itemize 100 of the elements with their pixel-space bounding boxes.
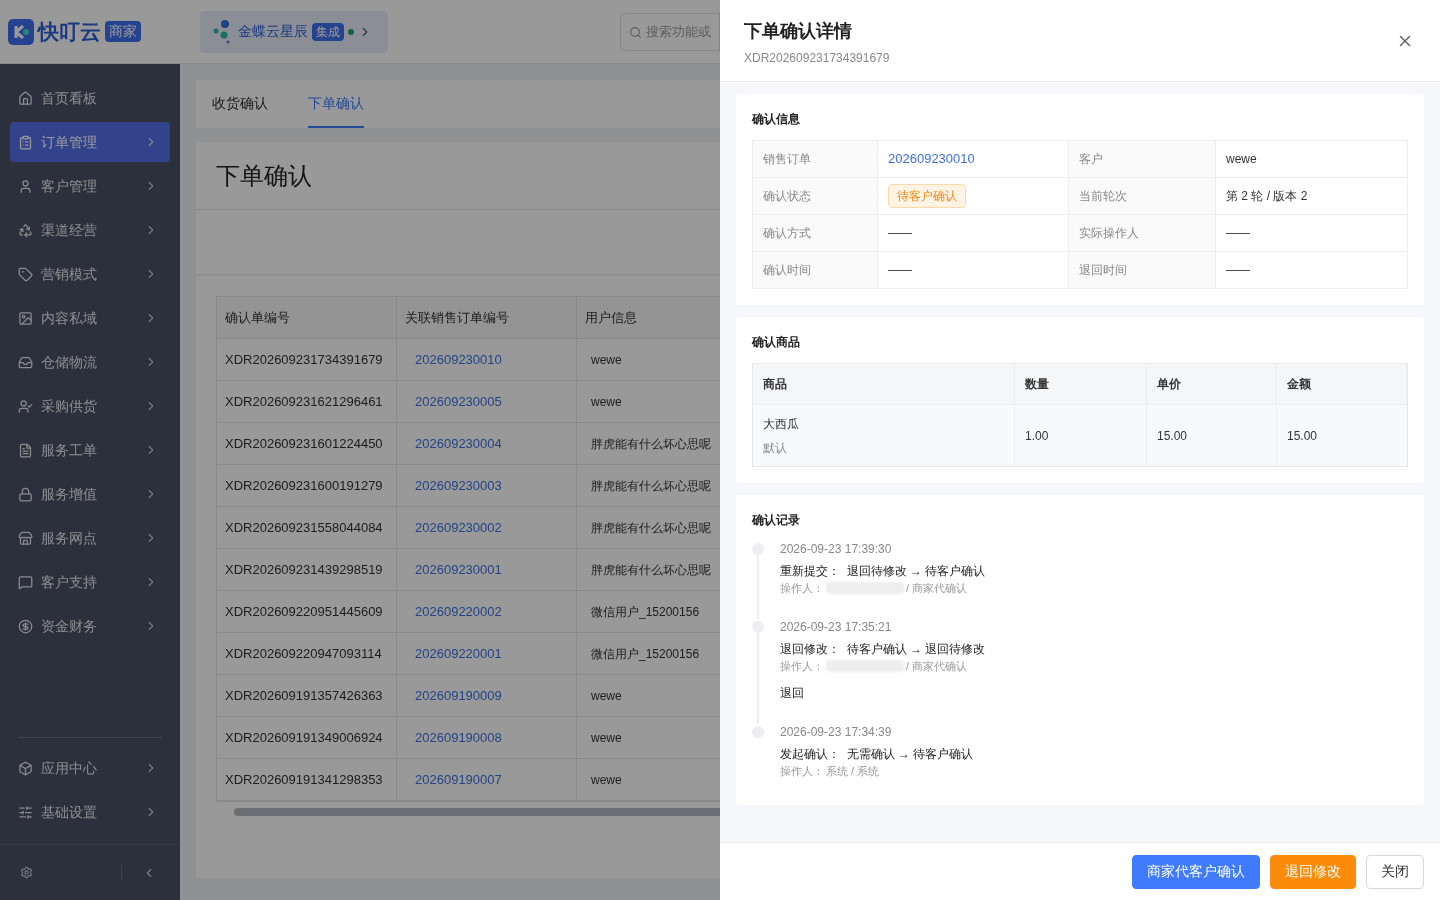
field-value: wewe bbox=[1226, 151, 1257, 168]
user-check-icon bbox=[18, 398, 33, 414]
order-link[interactable]: 202609190009 bbox=[397, 675, 577, 716]
table-cell: XDR202609231558044084 bbox=[217, 507, 397, 548]
app-name: 金蝶云星辰 bbox=[238, 22, 308, 41]
table-cell: 1.00 bbox=[1015, 405, 1147, 466]
order-link[interactable]: 202609230010 bbox=[397, 339, 577, 380]
settings-icon[interactable] bbox=[20, 866, 33, 879]
tab[interactable]: 收货确认 bbox=[212, 80, 268, 128]
order-link[interactable]: 202609230010 bbox=[888, 149, 975, 169]
merchant-badge: 商家 bbox=[105, 21, 141, 42]
table-cell: XDR202609231734391679 bbox=[217, 339, 397, 380]
return-button[interactable]: 退回修改 bbox=[1270, 854, 1356, 889]
search-field[interactable]: 搜索功能或 bbox=[620, 13, 720, 51]
order-link[interactable]: 202609230001 bbox=[397, 549, 577, 590]
record-note: 退回 bbox=[780, 685, 805, 702]
cube-icon bbox=[18, 760, 33, 776]
operator-label: 操作人： bbox=[780, 764, 824, 779]
lock-icon bbox=[18, 486, 33, 502]
coin-icon bbox=[18, 618, 33, 634]
table-cell: XDR202609220951445609 bbox=[217, 591, 397, 632]
confirm-button[interactable]: 商家代客户确认 bbox=[1132, 854, 1260, 889]
sidebar-item[interactable]: 内容私域 bbox=[10, 298, 170, 338]
column-header: 关联销售订单编号 bbox=[397, 297, 577, 338]
field-label: 确认方式 bbox=[753, 215, 878, 252]
clipboard-icon bbox=[18, 134, 33, 150]
message-icon bbox=[18, 574, 33, 590]
operator-text: / 商家代确认 bbox=[906, 581, 968, 596]
field-label: 退回时间 bbox=[1069, 252, 1216, 289]
operator-label: 操作人： bbox=[780, 581, 824, 596]
sidebar-item[interactable]: 渠道经营 bbox=[10, 210, 170, 250]
sidebar-item[interactable]: 服务增值 bbox=[10, 474, 170, 514]
page-title: 下单确认 bbox=[216, 160, 312, 191]
tag-icon bbox=[18, 266, 33, 282]
record-time: 2026-09-23 17:39:30 bbox=[780, 541, 893, 557]
operator-label: 操作人： bbox=[780, 658, 824, 674]
close-button[interactable]: 关闭 bbox=[1366, 854, 1424, 889]
sidebar-item[interactable]: 首页看板 bbox=[10, 78, 170, 118]
table-cell: XDR202609191341298353 bbox=[217, 759, 397, 800]
user-icon bbox=[18, 178, 33, 194]
field-label: 确认状态 bbox=[753, 178, 878, 215]
status-tag: 待客户确认 bbox=[888, 184, 966, 208]
sidebar-item[interactable]: 营销模式 bbox=[10, 254, 170, 294]
record-action: 重新提交： 退回待修改 → 待客户确认 bbox=[780, 563, 986, 580]
order-link[interactable]: 202609230005 bbox=[397, 381, 577, 422]
drawer-title: 下单确认详情 bbox=[744, 20, 853, 43]
table-cell: XDR202609231621296461 bbox=[217, 381, 397, 422]
sidebar-item[interactable]: 仓储物流 bbox=[10, 342, 170, 382]
document-icon bbox=[18, 442, 33, 458]
table-cell: XDR202609191349006924 bbox=[217, 717, 397, 758]
order-link[interactable]: 202609220001 bbox=[397, 633, 577, 674]
logo-text: 快叮云 bbox=[38, 18, 101, 45]
field-label: 实际操作人 bbox=[1069, 215, 1216, 252]
column-header: 确认单编号 bbox=[217, 297, 397, 338]
field-label: 当前轮次 bbox=[1069, 178, 1216, 215]
field-value: —— bbox=[1226, 262, 1250, 279]
sidebar-item[interactable]: 资金财务 bbox=[10, 606, 170, 646]
table-cell: XDR202609231439298519 bbox=[217, 549, 397, 590]
order-link[interactable]: 202609230004 bbox=[397, 423, 577, 464]
field-label: 确认时间 bbox=[753, 252, 878, 289]
sliders-icon bbox=[18, 804, 33, 820]
record-time: 2026-09-23 17:35:21 bbox=[780, 618, 893, 635]
field-value: —— bbox=[888, 262, 912, 279]
table-cell: XDR202609220947093114 bbox=[217, 633, 397, 674]
order-link[interactable]: 202609190007 bbox=[397, 759, 577, 800]
cycle-icon bbox=[18, 222, 33, 238]
app-switcher[interactable]: 金蝶云星辰 集成 bbox=[200, 10, 388, 53]
home-icon bbox=[18, 90, 33, 106]
sidebar-item[interactable]: 客户管理 bbox=[10, 166, 170, 206]
order-link[interactable]: 202609190008 bbox=[397, 717, 577, 758]
table-cell: XDR202609231600191279 bbox=[217, 465, 397, 506]
sidebar-item[interactable]: 客户支持 bbox=[10, 562, 170, 602]
sidebar-item[interactable]: 服务网点 bbox=[10, 518, 170, 558]
drawer-subtitle: XDR202609231734391679 bbox=[744, 50, 891, 67]
record-action: 退回修改： 待客户确认 → 退回待修改 bbox=[780, 640, 986, 658]
field-value: —— bbox=[1226, 225, 1250, 242]
table-cell: 15.00 bbox=[1147, 405, 1277, 466]
operator-text: / 商家代确认 bbox=[906, 658, 968, 674]
integration-badge: 集成 bbox=[312, 22, 344, 41]
field-value: 第 2 轮 / 版本 2 bbox=[1226, 188, 1308, 205]
table-cell: XDR202609191357426363 bbox=[217, 675, 397, 716]
sidebar-item[interactable]: 基础设置 bbox=[10, 792, 170, 832]
inbox-icon bbox=[18, 354, 33, 370]
sidebar-item[interactable]: 订单管理 bbox=[10, 122, 170, 162]
operator-text: 系统 / 系统 bbox=[826, 764, 880, 779]
store-icon bbox=[18, 530, 33, 546]
section-title: 确认信息 bbox=[752, 111, 801, 128]
order-link[interactable]: 202609230003 bbox=[397, 465, 577, 506]
record-action: 发起确认： 无需确认 → 待客户确认 bbox=[780, 746, 974, 763]
tab[interactable]: 下单确认 bbox=[308, 80, 364, 128]
field-value: —— bbox=[888, 225, 912, 242]
order-link[interactable]: 202609230002 bbox=[397, 507, 577, 548]
table-cell: XDR202609231601224450 bbox=[217, 423, 397, 464]
sidebar-item[interactable]: 采购供货 bbox=[10, 386, 170, 426]
sidebar-item[interactable]: 服务工单 bbox=[10, 430, 170, 470]
order-link[interactable]: 202609220002 bbox=[397, 591, 577, 632]
field-label: 销售订单 bbox=[753, 141, 878, 178]
sidebar-item[interactable]: 应用中心 bbox=[10, 748, 170, 788]
field-label: 客户 bbox=[1069, 141, 1216, 178]
image-icon bbox=[18, 310, 33, 326]
